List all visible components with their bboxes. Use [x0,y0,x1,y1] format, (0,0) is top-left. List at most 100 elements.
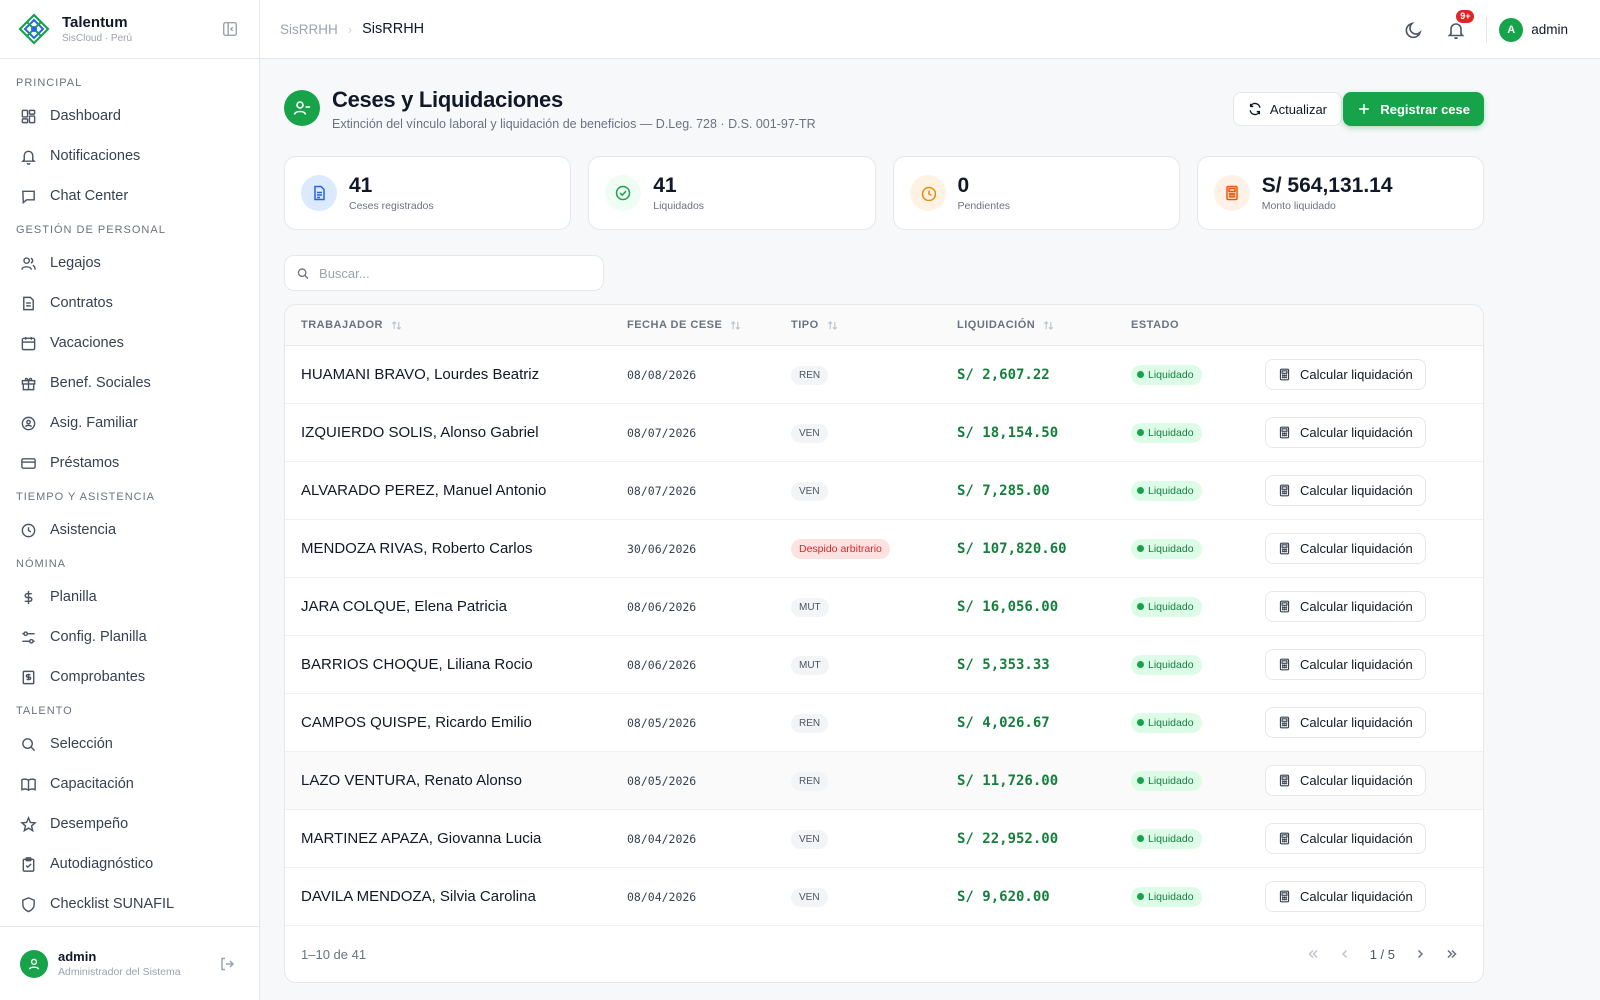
page-indicator: 1 / 5 [1369,946,1395,962]
page-subtitle: Extinción del vínculo laboral y liquidac… [332,117,816,131]
calculator-icon [1279,542,1290,555]
calculate-settlement-label: Calcular liquidación [1300,715,1413,730]
worker-name: JARA COLQUE, Elena Patricia [301,597,507,615]
sort-icon [391,320,402,330]
next-page-icon[interactable] [1413,947,1427,961]
sidebar-item-desempeno[interactable]: Desempeño [0,804,259,844]
user-name: admin [58,949,97,964]
search-input[interactable] [319,265,591,281]
calculate-settlement-button[interactable]: Calcular liquidación [1265,359,1426,390]
sidebar-item-autodiagnostico[interactable]: Autodiagnóstico [0,844,259,884]
calculate-settlement-button[interactable]: Calcular liquidación [1265,881,1426,912]
column-header-fecha-de-cese[interactable]: FECHA DE CESE [627,319,791,331]
column-header-liquidacion[interactable]: LIQUIDACIÓN [957,319,1131,331]
sidebar-item-contratos[interactable]: Contratos [0,283,259,323]
first-page-icon[interactable] [1306,947,1320,961]
sidebar-item-legajos[interactable]: Legajos [0,243,259,283]
stat-label: Pendientes [957,199,1011,212]
termination-date: 08/07/2026 [627,483,697,498]
sidebar-item-label: Asistencia [50,522,117,538]
user-icon [28,958,40,970]
table-row[interactable]: HUAMANI BRAVO, Lourdes Beatriz 08/08/202… [285,346,1483,404]
table-row[interactable]: IZQUIERDO SOLIS, Alonso Gabriel 08/07/20… [285,404,1483,462]
table-row[interactable]: MARTINEZ APAZA, Giovanna Lucia 08/04/202… [285,810,1483,868]
table-row[interactable]: JARA COLQUE, Elena Patricia 08/06/2026 M… [285,578,1483,636]
column-header-tipo[interactable]: TIPO [791,319,957,331]
calculate-settlement-label: Calcular liquidación [1300,425,1413,440]
star-icon [20,815,37,832]
sidebar-item-asig-familiar[interactable]: Asig. Familiar [0,403,259,443]
dashboard-icon [21,109,36,123]
breadcrumb-current: SisRRHH [362,21,425,37]
sidebar-item-benef-sociales[interactable]: Benef. Sociales [0,363,259,403]
status-label: Liquidado [1148,658,1194,671]
calculate-settlement-button[interactable]: Calcular liquidación [1265,475,1426,506]
table-row[interactable]: CAMPOS QUISPE, Ricardo Emilio 08/05/2026… [285,694,1483,752]
column-header-trabajador[interactable]: TRABAJADOR [301,319,627,331]
main-content: Ceses y Liquidaciones Extinción del vínc… [284,59,1484,983]
prev-page-icon[interactable] [1338,947,1352,961]
type-badge: VEN [791,887,828,907]
settlement-amount: S/ 4,026.67 [957,714,1050,731]
calculate-settlement-button[interactable]: Calcular liquidación [1265,591,1426,622]
sidebar-item-label: Legajos [50,255,101,271]
sidebar-item-vacaciones[interactable]: Vacaciones [0,323,259,363]
calculator-icon [1279,484,1290,497]
sidebar-item-label: Benef. Sociales [50,375,151,391]
status-label: Liquidado [1148,774,1194,787]
calculate-settlement-button[interactable]: Calcular liquidación [1265,707,1426,738]
calculate-settlement-button[interactable]: Calcular liquidación [1265,417,1426,448]
sidebar: Talentum SisCloud · Perú PRINCIPAL Dashb… [0,0,260,1000]
status-dot [1137,429,1144,436]
worker-name: DAVILA MENDOZA, Silvia Carolina [301,887,536,905]
sidebar-item-label: Planilla [50,589,97,605]
sidebar-toggle-icon[interactable] [221,20,239,38]
table-row[interactable]: ALVARADO PEREZ, Manuel Antonio 08/07/202… [285,462,1483,520]
status-badge: Liquidado [1131,364,1202,385]
refresh-button[interactable]: Actualizar [1232,92,1342,126]
calculate-settlement-button[interactable]: Calcular liquidación [1265,649,1426,680]
sidebar-item-asistencia[interactable]: Asistencia [0,510,259,550]
sidebar-item-seleccion[interactable]: Selección [0,724,259,764]
table-row[interactable]: MENDOZA RIVAS, Roberto Carlos 30/06/2026… [285,520,1483,578]
status-label: Liquidado [1148,600,1194,613]
status-dot [1137,893,1144,900]
status-dot [1137,661,1144,668]
sidebar-item-notificaciones[interactable]: Notificaciones [0,136,259,176]
calculate-settlement-label: Calcular liquidación [1300,773,1413,788]
breadcrumb-root[interactable]: SisRRHH [280,22,338,37]
table-row[interactable]: BARRIOS CHOQUE, Liliana Rocio 08/06/2026… [285,636,1483,694]
sidebar-item-prestamos[interactable]: Préstamos [0,443,259,483]
user-menu[interactable]: admin [1531,22,1568,37]
notifications-button[interactable]: 9+ [1446,9,1475,40]
calculate-settlement-button[interactable]: Calcular liquidación [1265,533,1426,564]
sidebar-item-chat-center[interactable]: Chat Center [0,176,259,216]
avatar[interactable]: A [1499,17,1524,42]
user-role: Administrador del Sistema [58,966,181,978]
calculate-settlement-button[interactable]: Calcular liquidación [1265,823,1426,854]
status-badge: Liquidado [1131,770,1202,791]
moon-icon[interactable] [1404,20,1424,40]
sidebar-item-comprobantes[interactable]: Comprobantes [0,657,259,697]
calculator-icon [1279,368,1290,381]
pagination: 1 / 5 [1306,926,1459,982]
table-row[interactable]: LAZO VENTURA, Renato Alonso 08/05/2026 R… [285,752,1483,810]
sidebar-item-checklist-sunafil[interactable]: Checklist SUNAFIL [0,884,259,924]
settlement-amount: S/ 107,820.60 [957,540,1067,557]
stat-value: 0 [957,174,970,198]
sidebar-item-planilla[interactable]: Planilla [0,577,259,617]
last-page-icon[interactable] [1445,947,1459,961]
sidebar-item-capacitacion[interactable]: Capacitación [0,764,259,804]
type-badge: Despido arbitrario [791,538,890,559]
register-cese-button[interactable]: Registrar cese [1343,92,1484,126]
column-label: TRABAJADOR [301,319,383,331]
status-label: Liquidado [1148,368,1194,381]
refresh-icon [1249,102,1261,116]
calculate-settlement-button[interactable]: Calcular liquidación [1265,765,1426,796]
sidebar-item-dashboard[interactable]: Dashboard [0,96,259,136]
table-row[interactable]: DAVILA MENDOZA, Silvia Carolina 08/04/20… [285,868,1483,926]
logout-icon[interactable] [219,956,235,972]
termination-date: 08/06/2026 [627,657,697,672]
sidebar-item-config-planilla[interactable]: Config. Planilla [0,617,259,657]
termination-date: 08/04/2026 [627,831,697,846]
